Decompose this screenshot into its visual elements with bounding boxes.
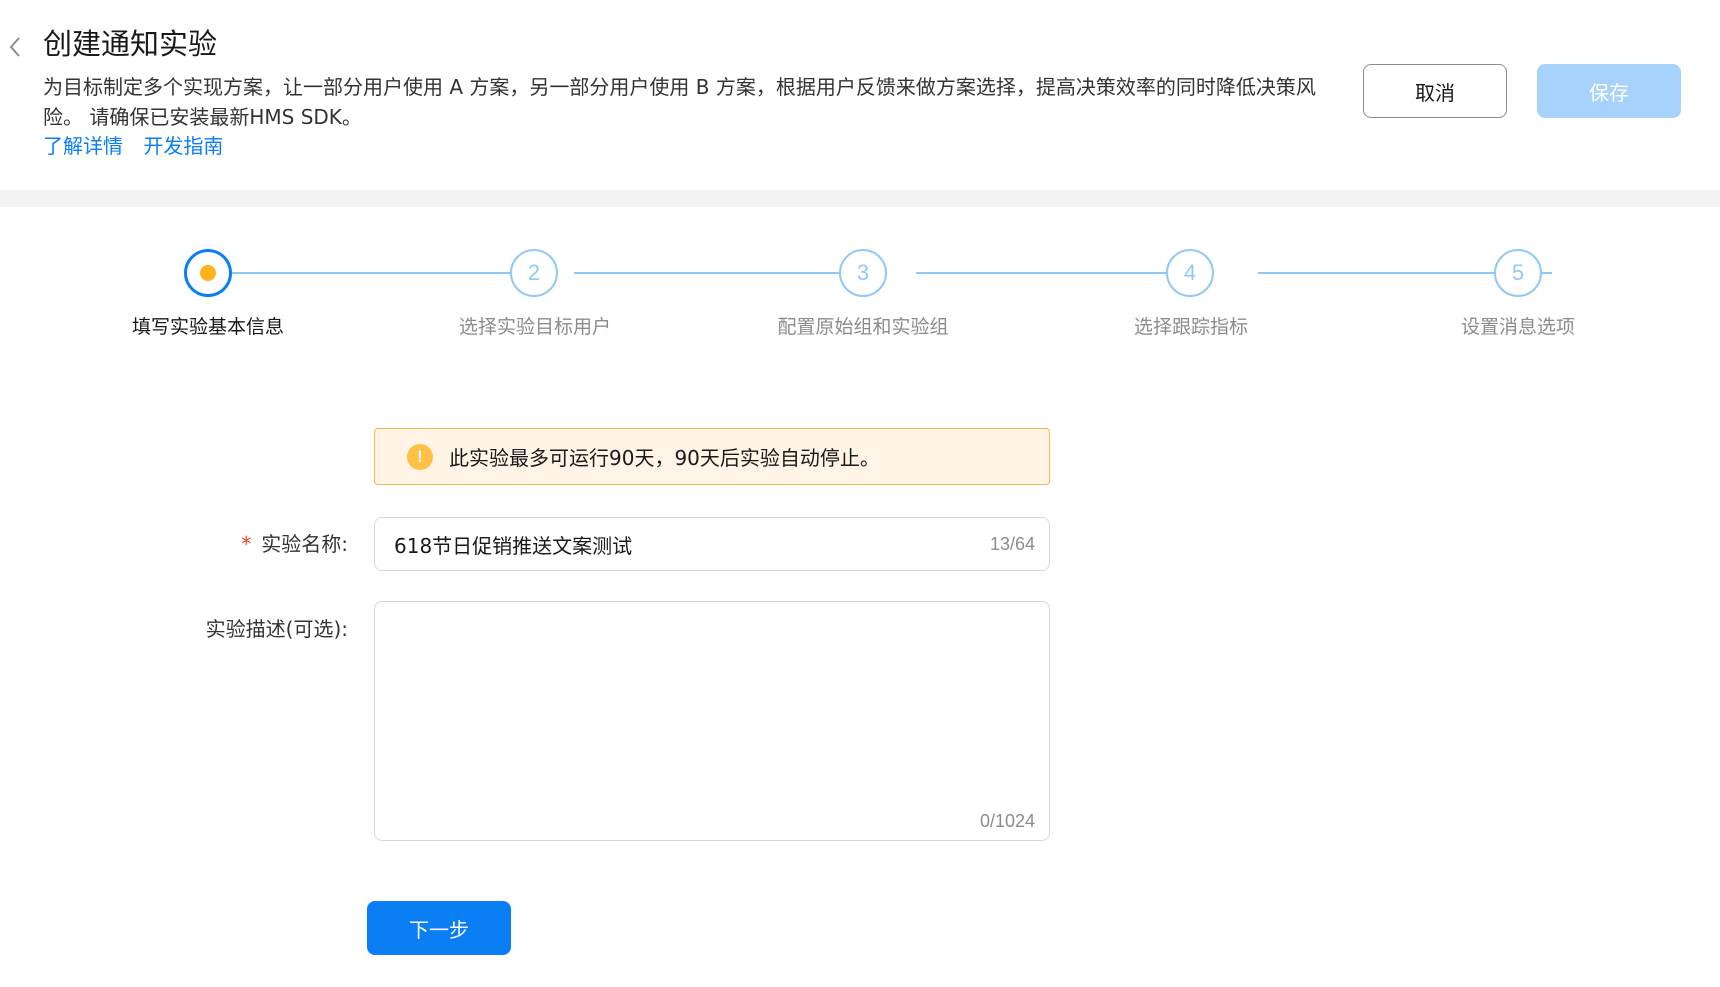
next-step-button[interactable]: 下一步	[367, 901, 511, 955]
page-header: 创建通知实验 为目标制定多个实现方案，让一部分用户使用 A 方案，另一部分用户使…	[0, 0, 1720, 190]
back-button[interactable]	[4, 32, 26, 62]
experiment-description-label: 实验描述(可选):	[205, 617, 348, 641]
step-connector	[574, 272, 868, 274]
section-divider	[0, 190, 1720, 207]
warning-icon: !	[407, 443, 433, 470]
experiment-name-input[interactable]: 618节日促销推送文案测试 13/64	[374, 517, 1050, 571]
step-4-label: 选择跟踪指标	[1133, 316, 1249, 338]
experiment-name-label-text: 实验名称:	[261, 532, 348, 556]
required-mark: *	[241, 532, 252, 556]
experiment-description-char-counter: 0/1024	[979, 811, 1035, 831]
stepper: 2 3 4 5 填写实验基本信息 选择实验目标用户 配置原始组和实验组 选择跟踪…	[0, 240, 1720, 350]
active-step-dot	[200, 265, 216, 281]
duration-warning-notice: ! 此实验最多可运行90天，90天后实验自动停止。	[374, 428, 1050, 485]
step-1-indicator	[184, 249, 232, 297]
step-1-label: 填写实验基本信息	[131, 316, 285, 338]
experiment-name-label: * 实验名称:	[0, 529, 348, 559]
page-description: 为目标制定多个实现方案，让一部分用户使用 A 方案，另一部分用户使用 B 方案，…	[43, 75, 1316, 129]
cancel-button[interactable]: 取消	[1363, 64, 1507, 118]
step-5-label: 设置消息选项	[1460, 316, 1576, 338]
step-2-label: 选择实验目标用户	[458, 316, 612, 338]
page-title: 创建通知实验	[43, 27, 218, 61]
chevron-left-icon	[9, 37, 20, 57]
experiment-name-value: 618节日促销推送文案测试	[394, 533, 633, 558]
dev-guide-link[interactable]: 开发指南	[143, 134, 223, 158]
learn-more-link[interactable]: 了解详情	[43, 134, 123, 158]
step-2-indicator: 2	[510, 249, 558, 297]
step-connector	[232, 272, 526, 274]
help-links: 了解详情 开发指南	[43, 131, 237, 161]
step-3-indicator: 3	[839, 249, 887, 297]
step-4-indicator: 4	[1166, 249, 1214, 297]
step-5-indicator: 5	[1494, 249, 1542, 297]
notice-text: 此实验最多可运行90天，90天后实验自动停止。	[449, 446, 880, 470]
experiment-description-textarea[interactable]: 0/1024	[374, 601, 1050, 841]
experiment-name-char-counter: 13/64	[989, 533, 1035, 554]
step-3-label: 配置原始组和实验组	[777, 316, 949, 338]
save-button[interactable]: 保存	[1537, 64, 1681, 118]
